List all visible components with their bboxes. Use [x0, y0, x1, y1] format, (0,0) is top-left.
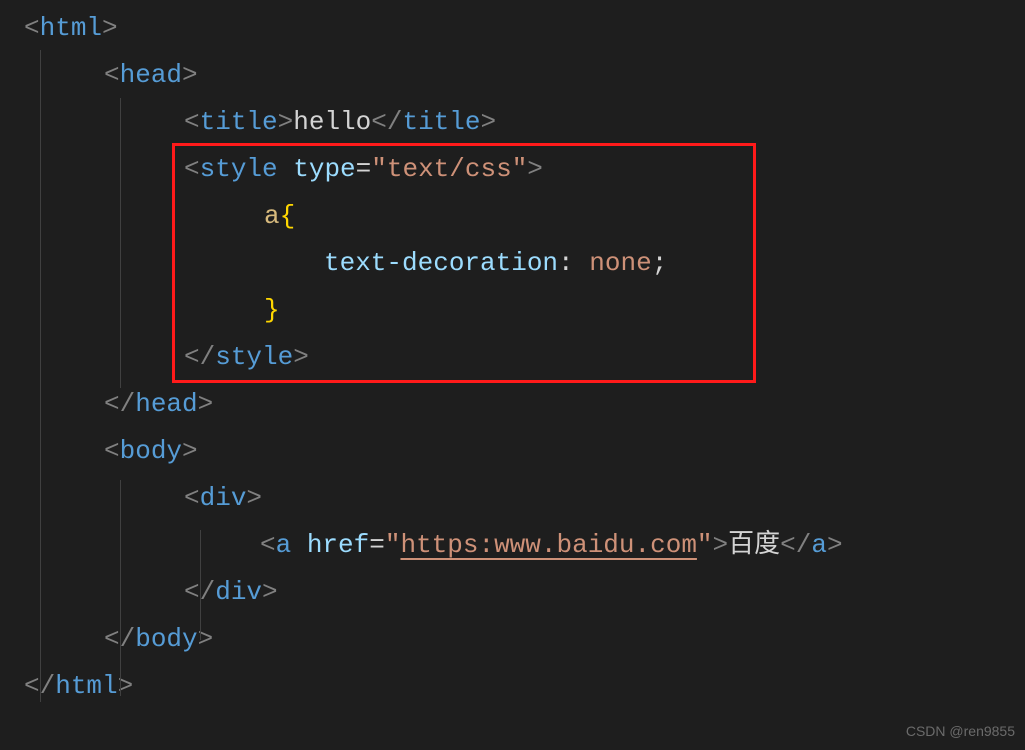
tag-title: title — [200, 99, 278, 146]
code-line[interactable]: </head> — [0, 381, 1025, 428]
code-line[interactable]: a{ — [0, 193, 1025, 240]
indent-guide — [200, 530, 201, 640]
code-line[interactable]: } — [0, 287, 1025, 334]
attr-type-value: "text/css" — [371, 146, 527, 193]
code-line[interactable]: <body> — [0, 428, 1025, 475]
close-brace: } — [264, 287, 280, 334]
code-line[interactable]: <html> — [0, 5, 1025, 52]
attr-type: type — [293, 146, 355, 193]
tag-div: div — [200, 475, 247, 522]
watermark: CSDN @ren9855 — [906, 719, 1015, 744]
tag-style: style — [200, 146, 278, 193]
open-brace: { — [280, 193, 296, 240]
code-editor[interactable]: <html> <head> <title>hello</title> <styl… — [0, 0, 1025, 710]
css-property: text-decoration — [324, 240, 558, 287]
css-value: none — [589, 240, 651, 287]
code-line[interactable]: </body> — [0, 616, 1025, 663]
css-selector: a — [264, 193, 280, 240]
code-line[interactable]: <title>hello</title> — [0, 99, 1025, 146]
title-text: hello — [293, 99, 371, 146]
link-text: 百度 — [728, 522, 780, 569]
indent-guide — [40, 50, 41, 702]
tag-body: body — [120, 428, 182, 475]
tag-html: html — [40, 5, 102, 52]
indent-guide — [120, 98, 121, 388]
code-line[interactable]: <head> — [0, 52, 1025, 99]
code-line[interactable]: <a href="https:www.baidu.com">百度</a> — [0, 522, 1025, 569]
code-line[interactable]: </div> — [0, 569, 1025, 616]
code-line[interactable]: </html> — [0, 663, 1025, 710]
indent-guide — [120, 480, 121, 696]
code-line[interactable]: <div> — [0, 475, 1025, 522]
tag-head: head — [120, 52, 182, 99]
href-url: https:www.baidu.com — [400, 522, 696, 569]
code-line[interactable]: <style type="text/css"> — [0, 146, 1025, 193]
code-line[interactable]: </style> — [0, 334, 1025, 381]
attr-href: href — [307, 522, 369, 569]
code-line[interactable]: text-decoration: none; — [0, 240, 1025, 287]
tag-a: a — [276, 522, 292, 569]
